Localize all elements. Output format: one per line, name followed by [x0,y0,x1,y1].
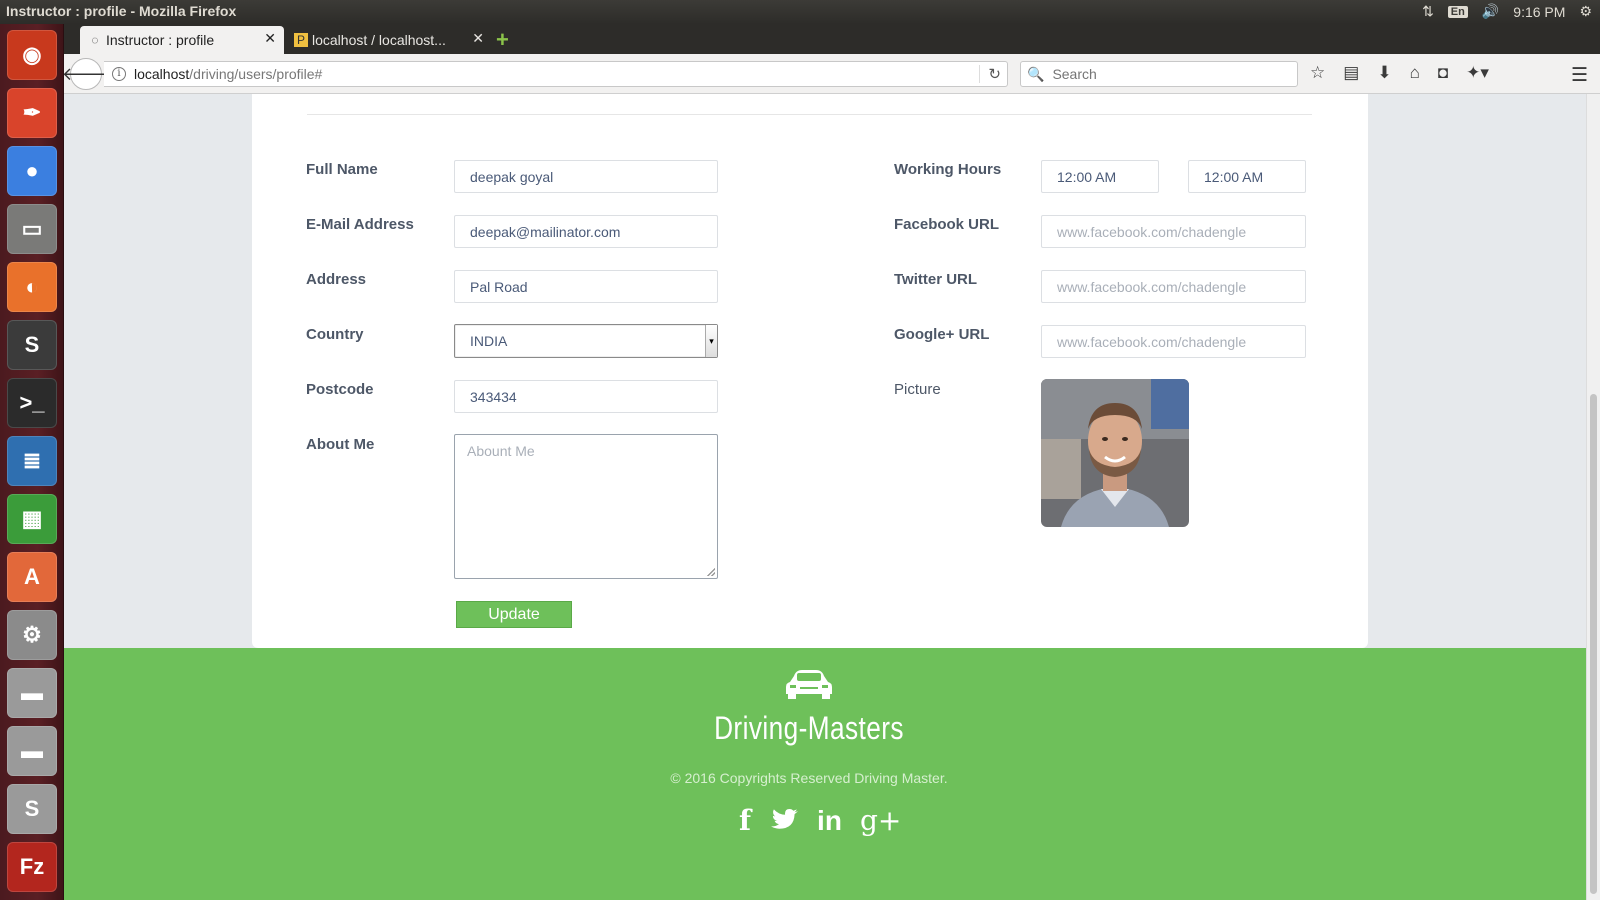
firefox-icon[interactable]: ◐ [7,262,57,312]
tab-instructor-profile[interactable]: ◌ Instructor : profile ✕ [80,26,284,54]
address-input[interactable]: Pal Road [454,270,718,303]
picture-label: Picture [894,381,941,398]
linkedin-icon[interactable]: in [817,805,842,837]
new-tab-button[interactable]: + [496,27,509,53]
close-tab-icon[interactable]: ✕ [472,30,484,47]
url-path: /driving/users/profile# [189,66,323,82]
url-host: localhost [134,66,190,82]
postcode-label: Postcode [306,381,374,398]
site-info-icon[interactable]: i [112,67,126,81]
back-button[interactable]: 🡐 [62,58,110,90]
facebook-icon[interactable]: f [739,804,751,837]
toolbar-buttons: ☆ ▤ ⬇ ⌂ ◘ ✦▾ [1310,63,1489,83]
url-bar[interactable]: i localhost/driving/users/profile# ↻ [104,61,1008,87]
extension-icon[interactable]: ✦▾ [1466,63,1489,83]
phpmyadmin-favicon-icon: P [294,33,308,47]
profile-photo-image [1041,379,1189,527]
sublime-icon[interactable]: S [7,320,57,370]
working-hours-from-input[interactable]: 12:00 AM [1041,160,1159,193]
postcode-input[interactable]: 343434 [454,380,718,413]
volume-icon[interactable]: 🔊 [1482,3,1499,20]
tab-title: Instructor : profile [106,32,215,48]
working-hours-label: Working Hours [894,161,1002,178]
about-me-label: About Me [306,436,375,453]
tab-bar: ◌ Instructor : profile ✕ P localhost / l… [64,24,1600,54]
address-label: Address [306,271,367,288]
home-icon[interactable]: ⌂ [1410,63,1420,83]
footer-brand: Driving-Masters [714,710,904,746]
car-logo-icon [786,670,832,699]
profile-form-card: Full Name deepak goyal E-Mail Address de… [252,94,1368,648]
page-scrollbar[interactable] [1586,94,1600,900]
full-name-label: Full Name [306,161,378,178]
menu-icon[interactable]: ☰ [1571,64,1588,87]
tab-title: localhost / localhost... [312,32,446,48]
filezilla-icon[interactable]: Fz [7,842,57,892]
country-select[interactable]: INDIA ▾ [454,324,718,358]
software-center-icon[interactable]: A [7,552,57,602]
page-favicon-icon: ◌ [91,33,99,47]
skype-icon[interactable]: S [7,784,57,834]
window-title: Instructor : profile - Mozilla Firefox [6,3,237,19]
page-viewport: Full Name deepak goyal E-Mail Address de… [64,94,1586,900]
bookmark-star-icon[interactable]: ☆ [1310,63,1325,83]
ubuntu-launcher: ◉ ✒ ● ▭ ◐ S >_ ≣ ▦ A ⚙ ▬ ▬ S Fz [0,24,64,900]
settings-icon[interactable]: ⚙ [7,610,57,660]
drive-icon[interactable]: ▬ [7,668,57,718]
country-label: Country [306,326,364,343]
clock[interactable]: 9:16 PM [1513,4,1565,20]
email-input[interactable]: deepak@mailinator.com [454,215,718,248]
os-top-panel: Instructor : profile - Mozilla Firefox ⇅… [0,0,1600,24]
twitter-icon[interactable] [769,808,799,834]
inkscape-icon[interactable]: ✒ [7,88,57,138]
working-hours-to-input[interactable]: 12:00 AM [1188,160,1306,193]
country-selected-value: INDIA [470,333,508,349]
googleplus-url-label: Google+ URL [894,326,990,343]
chrome-icon[interactable]: ● [7,146,57,196]
googleplus-icon[interactable]: g+ [860,804,901,837]
pocket-icon[interactable]: ◘ [1438,63,1448,83]
about-me-placeholder: Abount Me [467,443,535,459]
about-me-textarea[interactable]: Abount Me [454,434,718,579]
writer-icon[interactable]: ≣ [7,436,57,486]
footer-copyright: © 2016 Copyrights Reserved Driving Maste… [670,770,948,786]
twitter-url-label: Twitter URL [894,271,978,288]
full-name-input[interactable]: deepak goyal [454,160,718,193]
facebook-url-label: Facebook URL [894,216,1000,233]
tab-localhost[interactable]: P localhost / localhost... ✕ [286,26,492,54]
site-footer: Driving-Masters © 2016 Copyrights Reserv… [64,648,1586,900]
system-gear-icon[interactable]: ⚙ [1579,3,1592,20]
search-input[interactable] [1050,65,1291,83]
downloads-icon[interactable]: ⬇ [1377,63,1391,83]
resize-grip-icon[interactable] [707,568,715,576]
search-bar[interactable]: 🔍 [1020,61,1298,87]
dropdown-arrow-icon[interactable]: ▾ [705,325,717,357]
terminal-icon[interactable]: >_ [7,378,57,428]
ubuntu-dash-icon[interactable]: ◉ [7,30,57,80]
search-icon: 🔍 [1027,65,1045,82]
drive-icon-2[interactable]: ▬ [7,726,57,776]
scrollbar-thumb[interactable] [1590,394,1597,894]
close-tab-icon[interactable]: ✕ [264,30,276,47]
facebook-url-input[interactable]: www.facebook.com/chadengle [1041,215,1306,248]
system-tray: ⇅ En 🔊 9:16 PM ⚙ [1422,3,1592,20]
update-button[interactable]: Update [456,601,572,628]
twitter-url-input[interactable]: www.facebook.com/chadengle [1041,270,1306,303]
reader-list-icon[interactable]: ▤ [1343,63,1359,83]
calc-icon[interactable]: ▦ [7,494,57,544]
reload-icon[interactable]: ↻ [979,65,1001,83]
email-label: E-Mail Address [306,216,414,233]
keyboard-layout-indicator[interactable]: En [1447,5,1468,18]
googleplus-url-input[interactable]: www.facebook.com/chadengle [1041,325,1306,358]
files-icon[interactable]: ▭ [7,204,57,254]
profile-picture[interactable] [1041,379,1189,527]
navigation-toolbar: 🡐 i localhost/driving/users/profile# ↻ 🔍… [62,54,1600,94]
divider [307,114,1312,115]
network-icon[interactable]: ⇅ [1422,3,1434,20]
social-links: f in g+ [739,804,901,837]
